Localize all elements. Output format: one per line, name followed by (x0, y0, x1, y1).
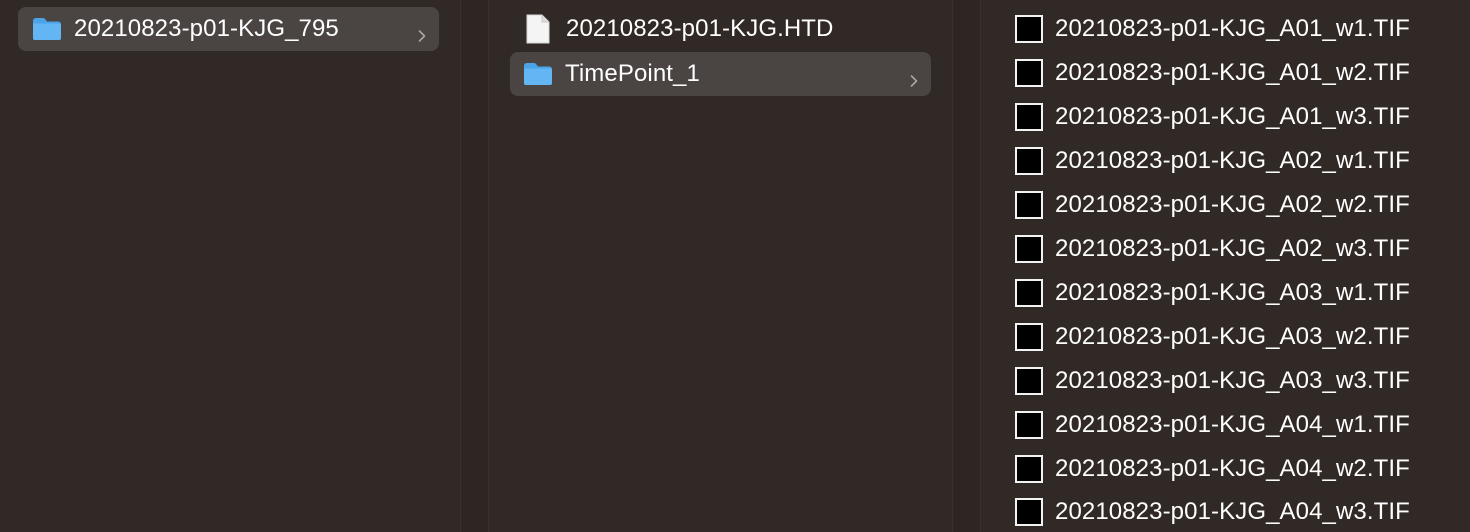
tif-thumbnail-icon (1015, 235, 1043, 263)
list-item[interactable]: 20210823-p01-KJG_A04_w3.TIF (1015, 490, 1470, 532)
tif-thumbnail-icon (1015, 498, 1043, 526)
list-item[interactable]: 20210823-p01-KJG_A03_w3.TIF (1015, 359, 1470, 403)
file-label: 20210823-p01-KJG_A03_w1.TIF (1055, 279, 1410, 306)
folder-icon (523, 62, 553, 86)
list-item[interactable]: 20210823-p01-KJG_A01_w3.TIF (1015, 95, 1470, 139)
tif-thumbnail-icon (1015, 367, 1043, 395)
folder-icon (32, 17, 62, 41)
tif-thumbnail-icon (1015, 191, 1043, 219)
folder-label: 20210823-p01-KJG_795 (74, 15, 339, 42)
file-label: 20210823-p01-KJG_A01_w3.TIF (1055, 103, 1410, 130)
column-divider[interactable] (952, 0, 981, 532)
tif-thumbnail-icon (1015, 147, 1043, 175)
folder-row-kjg-795[interactable]: 20210823-p01-KJG_795 (18, 7, 439, 51)
file-label: 20210823-p01-KJG_A04_w3.TIF (1055, 498, 1410, 525)
file-label: 20210823-p01-KJG_A02_w1.TIF (1055, 147, 1410, 174)
column-2[interactable]: 20210823-p01-KJG.HTD TimePoint_1 (489, 0, 952, 532)
list-item[interactable]: 20210823-p01-KJG_A02_w2.TIF (1015, 183, 1470, 227)
folder-label: TimePoint_1 (565, 60, 700, 87)
tif-thumbnail-icon (1015, 411, 1043, 439)
file-label: 20210823-p01-KJG_A01_w1.TIF (1055, 15, 1410, 42)
document-icon (526, 14, 550, 44)
folder-row-timepoint-1[interactable]: TimePoint_1 (510, 52, 931, 96)
list-item[interactable]: 20210823-p01-KJG_A02_w3.TIF (1015, 227, 1470, 271)
file-label: 20210823-p01-KJG_A04_w2.TIF (1055, 455, 1410, 482)
file-row-htd[interactable]: 20210823-p01-KJG.HTD (510, 7, 931, 51)
file-label: 20210823-p01-KJG.HTD (566, 15, 834, 42)
file-label: 20210823-p01-KJG_A02_w2.TIF (1055, 191, 1410, 218)
list-item[interactable]: 20210823-p01-KJG_A01_w1.TIF (1015, 7, 1470, 51)
tif-thumbnail-icon (1015, 103, 1043, 131)
tif-thumbnail-icon (1015, 455, 1043, 483)
list-item[interactable]: 20210823-p01-KJG_A03_w1.TIF (1015, 271, 1470, 315)
chevron-right-icon (417, 22, 427, 42)
file-label: 20210823-p01-KJG_A02_w3.TIF (1055, 235, 1410, 262)
column-1[interactable]: 20210823-p01-KJG_795 (0, 0, 460, 532)
file-label: 20210823-p01-KJG_A01_w2.TIF (1055, 59, 1410, 86)
tif-thumbnail-icon (1015, 59, 1043, 87)
list-item[interactable]: 20210823-p01-KJG_A03_w2.TIF (1015, 315, 1470, 359)
list-item[interactable]: 20210823-p01-KJG_A04_w2.TIF (1015, 447, 1470, 491)
list-item[interactable]: 20210823-p01-KJG_A04_w1.TIF (1015, 403, 1470, 447)
chevron-right-icon (909, 67, 919, 87)
file-label: 20210823-p01-KJG_A04_w1.TIF (1055, 411, 1410, 438)
tif-thumbnail-icon (1015, 279, 1043, 307)
list-item[interactable]: 20210823-p01-KJG_A02_w1.TIF (1015, 139, 1470, 183)
column-3[interactable]: 20210823-p01-KJG_A01_w1.TIF 20210823-p01… (981, 0, 1470, 532)
file-label: 20210823-p01-KJG_A03_w3.TIF (1055, 367, 1410, 394)
finder-column-browser: 20210823-p01-KJG_795 20210823-p01-KJG.HT… (0, 0, 1470, 532)
tif-thumbnail-icon (1015, 323, 1043, 351)
column-divider[interactable] (460, 0, 489, 532)
list-item[interactable]: 20210823-p01-KJG_A01_w2.TIF (1015, 51, 1470, 95)
tif-thumbnail-icon (1015, 15, 1043, 43)
file-label: 20210823-p01-KJG_A03_w2.TIF (1055, 323, 1410, 350)
